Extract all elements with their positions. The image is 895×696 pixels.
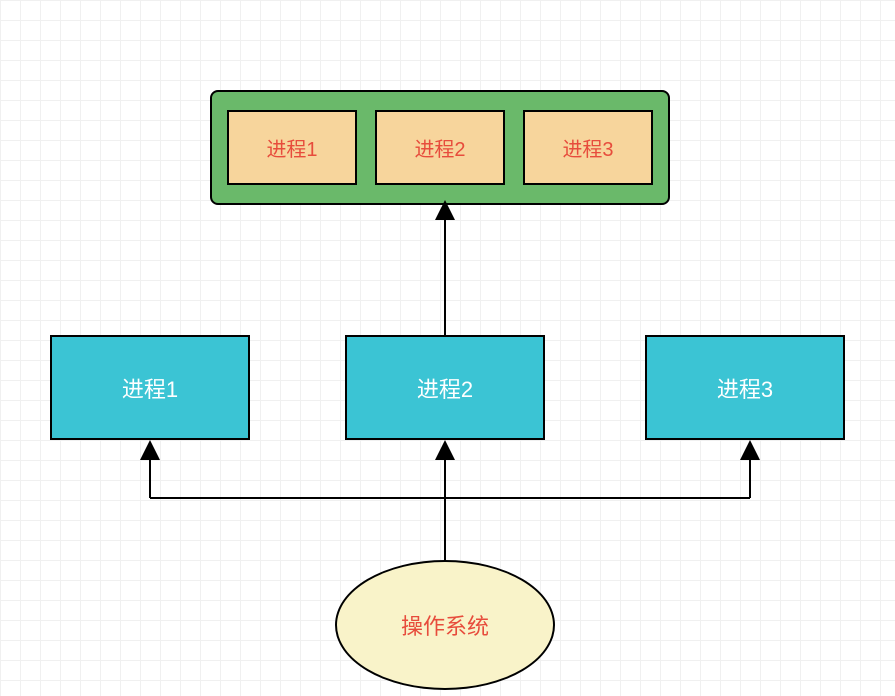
os-label: 操作系统 xyxy=(401,609,489,641)
process-box-2-label: 进程2 xyxy=(417,372,473,404)
connector-os-to-processes xyxy=(130,438,770,568)
inner-process-3-label: 进程3 xyxy=(562,133,613,162)
inner-process-2: 进程2 xyxy=(375,110,505,185)
process-box-3-label: 进程3 xyxy=(717,372,773,404)
os-ellipse: 操作系统 xyxy=(335,560,555,690)
inner-process-3: 进程3 xyxy=(523,110,653,185)
process-box-3: 进程3 xyxy=(645,335,845,440)
inner-process-1-label: 进程1 xyxy=(266,133,317,162)
process-box-2: 进程2 xyxy=(345,335,545,440)
inner-process-1: 进程1 xyxy=(227,110,357,185)
arrow-process2-to-container xyxy=(430,200,460,340)
process-container: 进程1 进程2 进程3 xyxy=(210,90,670,205)
process-box-1-label: 进程1 xyxy=(122,372,178,404)
inner-process-2-label: 进程2 xyxy=(414,133,465,162)
process-box-1: 进程1 xyxy=(50,335,250,440)
